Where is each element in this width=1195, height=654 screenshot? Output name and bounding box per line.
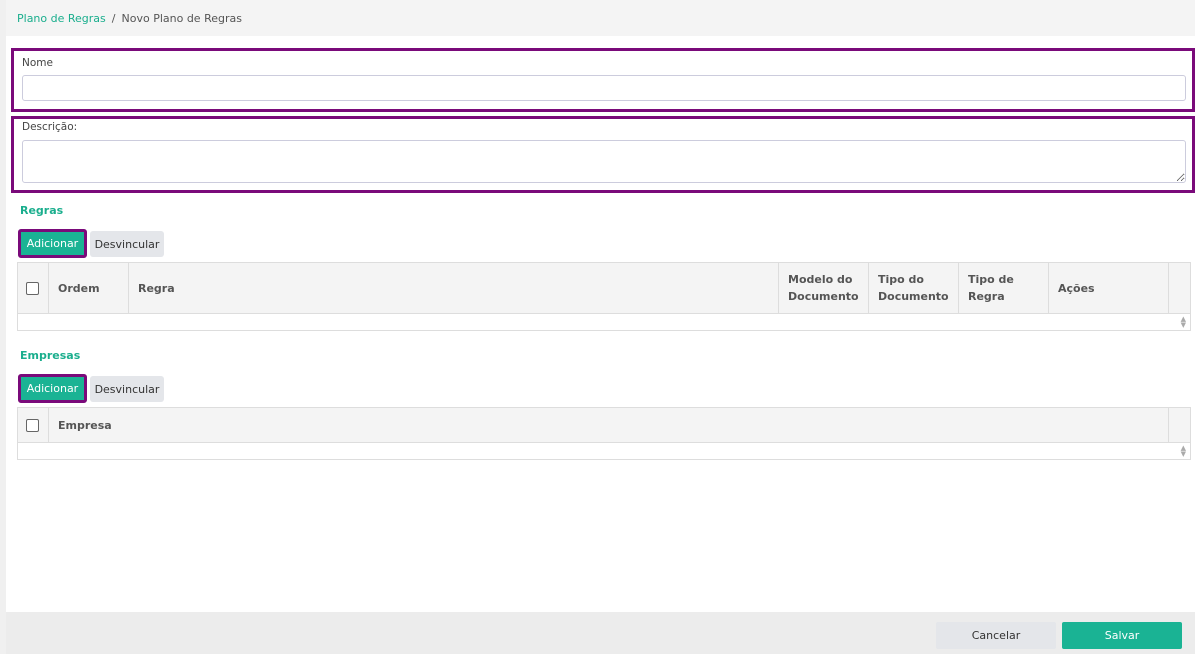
descricao-label: Descrição:	[22, 121, 78, 133]
empresas-add-button[interactable]: Adicionar	[18, 374, 87, 403]
scroll-arrows-icon[interactable]: ▲ ▼	[1181, 445, 1186, 458]
col-acoes: Ações	[1049, 263, 1169, 313]
col-regra[interactable]: Regra	[129, 263, 779, 313]
page: Plano de Regras / Novo Plano de Regras Nom…	[6, 0, 1195, 654]
footer: Cancelar Salvar	[6, 612, 1195, 654]
breadcrumb-link-plano-de-regras[interactable]: Plano de Regras	[17, 12, 106, 25]
breadcrumb-separator: /	[111, 12, 116, 25]
col-modelo-documento[interactable]: Modelo do Documento	[779, 263, 869, 313]
select-all-checkbox[interactable]	[18, 263, 49, 313]
empresas-unlink-button[interactable]: Desvincular	[90, 376, 164, 402]
col-tipo-documento[interactable]: Tipo do Documento	[869, 263, 959, 313]
col-tipo-regra[interactable]: Tipo de Regra	[959, 263, 1049, 313]
nome-label: Nome	[22, 57, 53, 69]
nome-input[interactable]	[22, 75, 1186, 101]
save-button[interactable]: Salvar	[1062, 622, 1182, 649]
scroll-arrows-icon[interactable]: ▲ ▼	[1181, 316, 1186, 329]
descricao-textarea[interactable]	[22, 140, 1186, 183]
col-ordem[interactable]: Ordem	[49, 263, 129, 313]
regras-add-button[interactable]: Adicionar	[18, 229, 87, 258]
descricao-field-group: Descrição:	[11, 116, 1195, 193]
nome-field-group: Nome	[11, 48, 1195, 112]
select-all-checkbox[interactable]	[18, 408, 49, 442]
empresas-table: Empresa ▲ ▼	[17, 407, 1191, 460]
regras-title: Regras	[20, 204, 64, 217]
breadcrumb-current: Novo Plano de Regras	[121, 12, 242, 25]
col-empresa[interactable]: Empresa	[49, 408, 1169, 442]
cancel-button[interactable]: Cancelar	[936, 622, 1056, 649]
regras-table: Ordem Regra Modelo do Documento Tipo do …	[17, 262, 1191, 331]
breadcrumb: Plano de Regras / Novo Plano de Regras	[6, 0, 1195, 36]
empresas-title: Empresas	[20, 349, 81, 362]
regras-unlink-button[interactable]: Desvincular	[90, 231, 164, 257]
